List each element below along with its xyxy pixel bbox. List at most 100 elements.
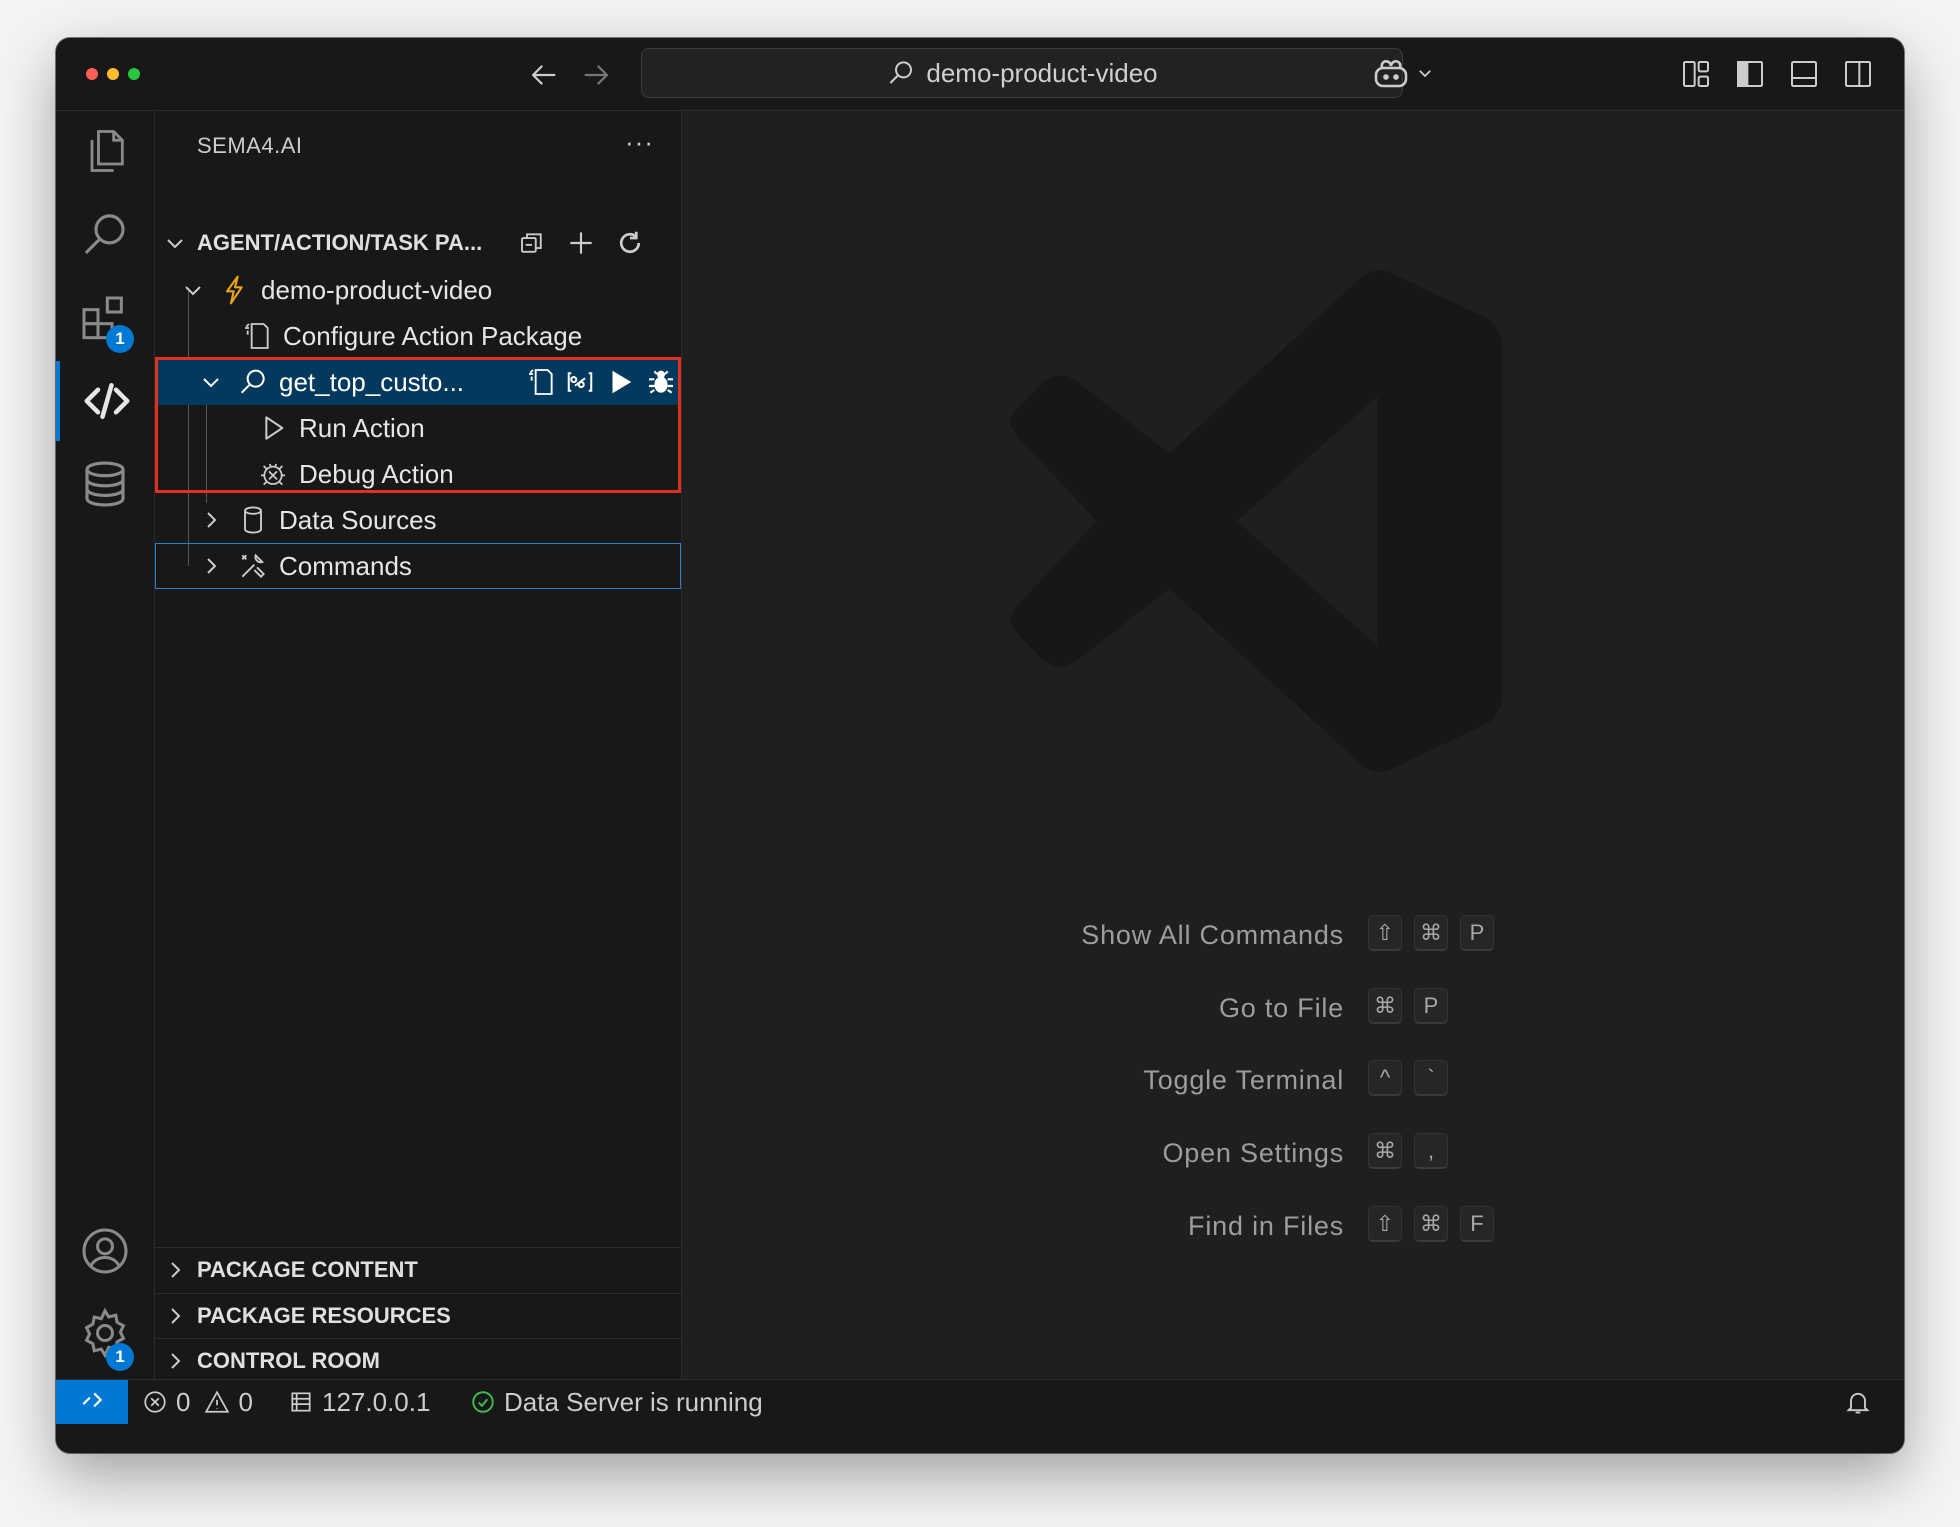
- host-indicator[interactable]: 127.0.0.1: [288, 1380, 430, 1424]
- chevron-down-icon: [1419, 70, 1431, 78]
- forward-arrow-icon[interactable]: [580, 58, 614, 92]
- remote-icon: [82, 1392, 103, 1408]
- key-cap: ⇧: [1368, 915, 1402, 951]
- action-name: get_top_custo...: [279, 366, 465, 397]
- search-icon: [890, 61, 913, 84]
- shortcut-find-in-files[interactable]: Find in Files ⇧ ⌘ F: [683, 1206, 1904, 1246]
- toggle-secondary-sidebar-icon[interactable]: [1842, 58, 1874, 90]
- more-actions-button[interactable]: ···: [625, 127, 654, 158]
- window-controls: [86, 68, 140, 80]
- shortcut-keys: ^ `: [1368, 1060, 1448, 1096]
- manage-button[interactable]: 1: [56, 1293, 154, 1373]
- command-center-search[interactable]: demo-product-video: [641, 48, 1403, 98]
- copilot-menu[interactable]: [1372, 56, 1434, 90]
- chevron-right-icon: [171, 1353, 181, 1369]
- remote-indicator[interactable]: [56, 1380, 128, 1424]
- chevron-right-icon: [207, 512, 217, 528]
- notifications-button[interactable]: [1844, 1380, 1872, 1424]
- refresh-icon[interactable]: [615, 228, 645, 258]
- shortcut-go-to-file[interactable]: Go to File ⌘ P: [683, 988, 1904, 1028]
- chevron-down-icon: [203, 378, 219, 388]
- search-icon: [84, 214, 125, 255]
- play-icon[interactable]: [605, 367, 635, 397]
- search-icon: [240, 369, 265, 394]
- configure-label: Configure Action Package: [283, 320, 583, 351]
- section-package-resources[interactable]: PACKAGE RESOURCES: [155, 1293, 681, 1338]
- shortcut-toggle-terminal[interactable]: Toggle Terminal ^ `: [683, 1060, 1904, 1100]
- toggle-panel-icon[interactable]: [1788, 58, 1820, 90]
- section-title: PACKAGE RESOURCES: [197, 1303, 451, 1328]
- settings-badge: 1: [106, 1343, 134, 1371]
- shortcut-label: Toggle Terminal: [1143, 1065, 1344, 1095]
- toggle-primary-sidebar-icon[interactable]: [1734, 58, 1766, 90]
- back-arrow-icon[interactable]: [526, 58, 560, 92]
- shortcut-keys: ⇧ ⌘ P: [1368, 915, 1494, 951]
- error-icon: [144, 1391, 166, 1413]
- database-icon: [85, 461, 125, 507]
- commands-label: Commands: [279, 550, 412, 581]
- account-icon: [82, 1228, 128, 1274]
- server-status-text: Data Server is running: [504, 1386, 763, 1417]
- key-cap: ⇧: [1368, 1206, 1402, 1242]
- shortcut-label: Find in Files: [1188, 1211, 1344, 1241]
- key-cap: ^: [1368, 1060, 1402, 1096]
- warning-icon: [205, 1390, 230, 1413]
- collapse-all-icon[interactable]: [517, 228, 547, 258]
- shortcut-keys: ⌘ ,: [1368, 1133, 1448, 1169]
- database-button[interactable]: [56, 444, 154, 524]
- accounts-button[interactable]: [56, 1211, 154, 1291]
- section-package-content[interactable]: PACKAGE CONTENT: [155, 1247, 681, 1292]
- vscode-logo-watermark: [1010, 270, 1503, 772]
- add-icon[interactable]: [565, 227, 597, 259]
- title-bar: demo-product-video: [56, 38, 1904, 111]
- key-cap: ⌘: [1368, 1133, 1402, 1169]
- data-sources-label: Data Sources: [279, 504, 437, 535]
- editor-area: Show All Commands ⇧ ⌘ P Go to File ⌘ P T…: [683, 111, 1904, 1379]
- vscode-window: demo-product-video 1 1 SEMA4.AI ··· AGEN…: [56, 38, 1904, 1453]
- open-action-icon[interactable]: [525, 366, 557, 398]
- chevron-down-icon: [167, 239, 183, 249]
- run-icon: [265, 416, 284, 440]
- minimize-window-button[interactable]: [107, 68, 119, 80]
- tree-item-commands[interactable]: Commands: [155, 543, 681, 589]
- section-agent-action-task[interactable]: AGENT/ACTION/TASK PA...: [155, 221, 681, 265]
- host-address: 127.0.0.1: [322, 1386, 431, 1417]
- extensions-badge: 1: [106, 325, 134, 353]
- key-cap: ⌘: [1414, 915, 1448, 951]
- copilot-icon: [1374, 60, 1408, 88]
- debug-icon: [261, 463, 285, 486]
- bug-icon[interactable]: [645, 366, 677, 398]
- explorer-button[interactable]: [56, 111, 154, 191]
- shortcut-label: Open Settings: [1162, 1138, 1344, 1168]
- shortcut-label: Show All Commands: [1081, 920, 1344, 950]
- action-input-icon[interactable]: [565, 367, 595, 397]
- tree-item-configure[interactable]: Configure Action Package: [155, 313, 681, 359]
- section-title: AGENT/ACTION/TASK PA...: [197, 230, 483, 255]
- section-control-room[interactable]: CONTROL ROOM: [155, 1338, 681, 1383]
- chevron-down-icon: [185, 286, 201, 296]
- check-circle-icon: [472, 1391, 494, 1413]
- close-window-button[interactable]: [86, 68, 98, 80]
- key-cap: ⌘: [1414, 1206, 1448, 1242]
- customize-layout-icon[interactable]: [1680, 58, 1712, 90]
- tree-item-debug-action[interactable]: Debug Action: [155, 451, 681, 497]
- cylinder-icon: [244, 506, 262, 534]
- layout-controls: [1680, 58, 1874, 90]
- shortcut-show-all-commands[interactable]: Show All Commands ⇧ ⌘ P: [683, 915, 1904, 955]
- search-button[interactable]: [56, 195, 154, 275]
- problems-indicator[interactable]: 0 0: [142, 1380, 253, 1424]
- tree-item-data-sources[interactable]: Data Sources: [155, 497, 681, 543]
- key-cap: ,: [1414, 1133, 1448, 1169]
- tree-item-run-action[interactable]: Run Action: [155, 405, 681, 451]
- warning-count: 0: [238, 1386, 253, 1417]
- sema4-button[interactable]: [56, 361, 154, 441]
- tree-item-package[interactable]: demo-product-video: [155, 267, 681, 313]
- sema4-sidebar: SEMA4.AI ··· AGENT/ACTION/TASK PA... dem…: [155, 111, 682, 1379]
- shortcut-open-settings[interactable]: Open Settings ⌘ ,: [683, 1133, 1904, 1173]
- server-status[interactable]: Data Server is running: [470, 1380, 763, 1424]
- shortcut-keys: ⇧ ⌘ F: [1368, 1206, 1494, 1242]
- extensions-button[interactable]: 1: [56, 279, 154, 359]
- zoom-window-button[interactable]: [128, 68, 140, 80]
- error-count: 0: [176, 1386, 191, 1417]
- tree-item-action[interactable]: get_top_custo...: [155, 359, 681, 405]
